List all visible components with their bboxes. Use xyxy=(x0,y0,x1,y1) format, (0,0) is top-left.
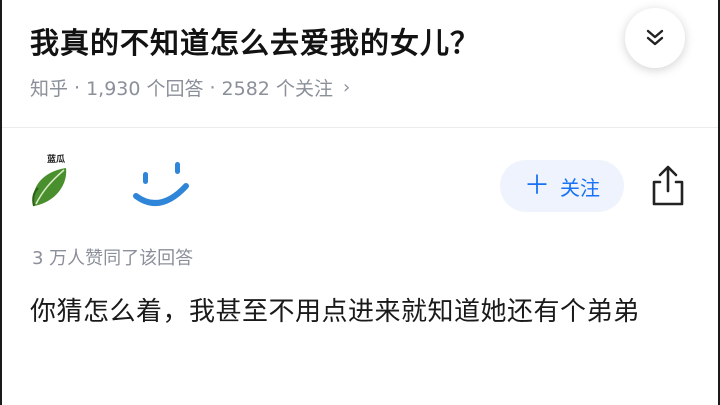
double-chevron-down-icon xyxy=(646,29,664,46)
vote-count: 3 万人赞同了该回答 xyxy=(32,248,194,269)
meta-separator: · xyxy=(74,76,81,99)
follow-button[interactable]: ＋ 关注 xyxy=(500,160,624,212)
source-label: 知乎 xyxy=(30,78,69,100)
chevron-right-icon: › xyxy=(342,77,351,98)
section-divider xyxy=(2,127,718,128)
answer-text[interactable]: 你猜怎么着，我甚至不用点进来就知道她还有个弟弟 xyxy=(30,290,700,335)
question-title[interactable]: 我真的不知道怎么去爱我的女儿？ xyxy=(30,20,480,62)
question-meta[interactable]: 知乎 · 1,930 个回答 · 2582 个关注 › xyxy=(30,74,350,101)
plus-icon: ＋ xyxy=(523,171,550,201)
smiley-face-icon[interactable] xyxy=(130,156,200,216)
share-icon[interactable] xyxy=(650,165,686,207)
avatar-label: 蓝瓜 xyxy=(47,155,66,165)
followers-count: 2582 个关注 xyxy=(221,78,333,100)
meta-separator: · xyxy=(209,76,216,99)
answers-count: 1,930 个回答 xyxy=(86,78,204,100)
screen-left-edge xyxy=(0,0,2,405)
collapse-button[interactable] xyxy=(625,8,685,68)
follow-label: 关注 xyxy=(560,175,600,200)
